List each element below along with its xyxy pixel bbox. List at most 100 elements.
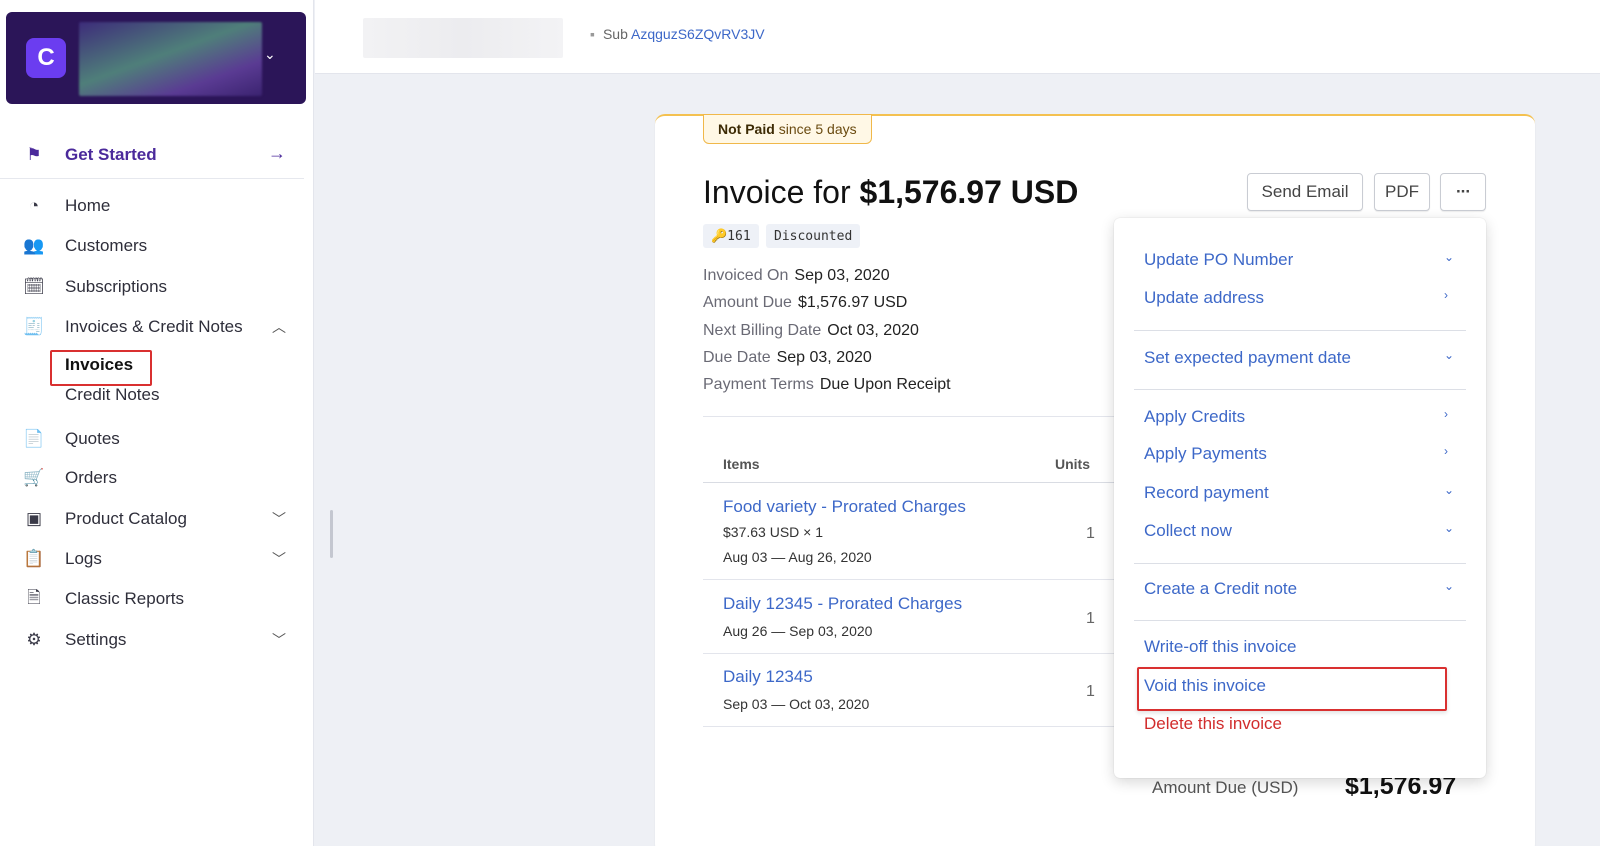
sidebar-item-home[interactable]: ◔ Home	[0, 187, 304, 225]
meta-value: Sep 03, 2020	[776, 349, 872, 366]
menu-item-label: Update address	[1144, 288, 1265, 307]
line-item-link[interactable]: Food variety - Prorated Charges	[723, 497, 966, 517]
meta-due-date: Due Date Sep 03, 2020	[703, 349, 872, 367]
menu-item-record-payment[interactable]: Record payment ⌄	[1144, 483, 1460, 503]
sidebar-item-label: Quotes	[65, 429, 120, 448]
chevron-down-icon: ⌄	[1444, 521, 1455, 535]
row-divider	[703, 579, 1123, 580]
send-email-button[interactable]: Send Email	[1247, 173, 1363, 211]
line-item-units: 1	[1086, 610, 1095, 627]
line-item-price: $37.63 USD × 1	[723, 524, 824, 540]
invoice-number-tag: 🔑161	[703, 224, 759, 248]
row-divider	[703, 726, 1123, 727]
clipboard-icon: 📋	[23, 549, 45, 568]
menu-item-label: Collect now	[1144, 521, 1232, 540]
menu-item-apply-payments[interactable]: Apply Payments ›	[1144, 444, 1460, 464]
flag-icon: ⚑	[26, 145, 42, 164]
meta-amount-due: Amount Due $1,576.97 USD	[703, 294, 907, 312]
sidebar-item-classic-reports[interactable]: 🗎 Classic Reports	[0, 580, 304, 618]
chevron-right-icon: ›	[1444, 288, 1448, 302]
calendar-clock-icon: 🗓	[23, 277, 45, 296]
menu-item-write-off-invoice[interactable]: Write-off this invoice	[1144, 637, 1460, 657]
chevron-right-icon: ›	[1444, 444, 1448, 458]
meta-key: Due Date	[703, 349, 771, 366]
gear-icon: ⚙	[26, 630, 42, 649]
status-badge: Not Paid since 5 days	[703, 114, 872, 144]
more-actions-menu: Update PO Number ⌄ Update address › Set …	[1114, 218, 1486, 778]
meta-next-billing-date: Next Billing Date Oct 03, 2020	[703, 322, 919, 340]
meta-value: $1,576.97 USD	[797, 294, 908, 311]
sidebar-item-label: Customers	[65, 236, 148, 255]
meta-key: Amount Due	[703, 294, 792, 311]
sidebar-item-invoices-credit-notes[interactable]: 🧾 Invoices & Credit Notes ︿	[0, 308, 304, 346]
divider	[703, 416, 1123, 417]
meta-invoiced-on: Invoiced On Sep 03, 2020	[703, 267, 890, 285]
chevron-right-icon: ›	[1444, 407, 1448, 421]
meta-value: Oct 03, 2020	[827, 322, 919, 339]
sidebar-item-label: Home	[65, 196, 111, 215]
meta-key: Next Billing Date	[703, 322, 822, 339]
chevron-down-icon: ﹀	[272, 511, 286, 527]
meta-key: Invoiced On	[703, 267, 789, 284]
menu-item-collect-now[interactable]: Collect now ⌄	[1144, 521, 1460, 541]
sidebar-subitem-credit-notes[interactable]: Credit Notes	[65, 385, 159, 405]
breadcrumb-subscription: ▪ Sub AzqguzS6ZQvRV3JV	[590, 26, 765, 42]
title-prefix: Invoice for	[703, 174, 851, 210]
menu-item-set-expected-payment-date[interactable]: Set expected payment date ⌄	[1144, 348, 1460, 368]
chevron-up-icon: ︿	[272, 319, 286, 335]
workspace-switcher[interactable]: C ⌄	[6, 12, 306, 104]
more-actions-button[interactable]: ···	[1440, 173, 1486, 211]
discount-tag: Discounted	[766, 224, 861, 248]
breadcrumb-redacted	[363, 18, 563, 58]
menu-item-update-address[interactable]: Update address ›	[1144, 288, 1460, 308]
row-divider	[703, 653, 1123, 654]
title-amount: $1,576.97 USD	[859, 174, 1079, 210]
chevron-down-icon: ﹀	[272, 632, 286, 648]
line-item-period: Aug 26 — Sep 03, 2020	[723, 623, 873, 639]
chevron-down-icon: ⌄	[1444, 250, 1455, 264]
sidebar-item-product-catalog[interactable]: ▣ Product Catalog ﹀	[0, 500, 304, 538]
menu-item-label: Apply Payments	[1144, 444, 1267, 463]
cart-icon: 🛒	[23, 468, 45, 487]
catalog-icon: ▣	[25, 509, 43, 528]
subscription-id-link[interactable]: AzqguzS6ZQvRV3JV	[631, 26, 765, 42]
sidebar-item-label: Invoices & Credit Notes	[65, 317, 243, 336]
sidebar-resize-handle[interactable]	[330, 510, 333, 558]
sidebar-item-quotes[interactable]: 📄 Quotes	[0, 420, 304, 458]
chevron-down-icon: ⌄	[1444, 348, 1455, 362]
sidebar-item-label: Subscriptions	[65, 277, 168, 296]
quote-icon: 📄	[23, 429, 45, 448]
sidebar-item-subscriptions[interactable]: 🗓 Subscriptions	[0, 268, 304, 306]
menu-item-label: Void this invoice	[1144, 676, 1266, 695]
sidebar-item-settings[interactable]: ⚙ Settings ﹀	[0, 621, 304, 659]
meta-key: Payment Terms	[703, 376, 814, 393]
bullet-icon: ▪	[590, 26, 595, 42]
page-title: Invoice for $1,576.97 USD	[703, 174, 1078, 211]
menu-item-update-po-number[interactable]: Update PO Number ⌄	[1144, 250, 1460, 270]
menu-item-label: Write-off this invoice	[1144, 637, 1297, 656]
menu-item-create-credit-note[interactable]: Create a Credit note ⌄	[1144, 579, 1460, 599]
dashboard-icon: ◔	[28, 196, 40, 215]
line-item-link[interactable]: Daily 12345 - Prorated Charges	[723, 594, 962, 614]
line-item-link[interactable]: Daily 12345	[723, 667, 813, 687]
chevron-down-icon: ⌄	[1444, 483, 1455, 497]
sidebar-item-label: Get Started	[65, 145, 157, 164]
highlight-box	[50, 350, 152, 386]
meta-value: Due Upon Receipt	[819, 376, 951, 393]
pdf-button[interactable]: PDF	[1374, 173, 1430, 211]
line-item-units: 1	[1086, 525, 1095, 542]
sidebar-item-customers[interactable]: 👥 Customers	[0, 227, 304, 265]
invoice-icon: 🧾	[23, 317, 45, 336]
menu-item-label: Delete this invoice	[1144, 714, 1282, 733]
chevron-down-icon: ﹀	[272, 551, 286, 567]
chevron-down-icon[interactable]: ⌄	[264, 46, 276, 63]
menu-item-apply-credits[interactable]: Apply Credits ›	[1144, 407, 1460, 427]
sidebar-item-orders[interactable]: 🛒 Orders	[0, 459, 304, 497]
sidebar-item-get-started[interactable]: ⚑ Get Started →	[0, 135, 304, 179]
status-duration: since 5 days	[778, 121, 857, 137]
menu-item-label: Record payment	[1144, 483, 1269, 502]
sidebar-item-logs[interactable]: 📋 Logs ﹀	[0, 540, 304, 578]
menu-item-delete-invoice[interactable]: Delete this invoice	[1144, 714, 1460, 734]
menu-item-void-invoice[interactable]: Void this invoice	[1144, 676, 1460, 696]
menu-divider	[1134, 330, 1466, 331]
